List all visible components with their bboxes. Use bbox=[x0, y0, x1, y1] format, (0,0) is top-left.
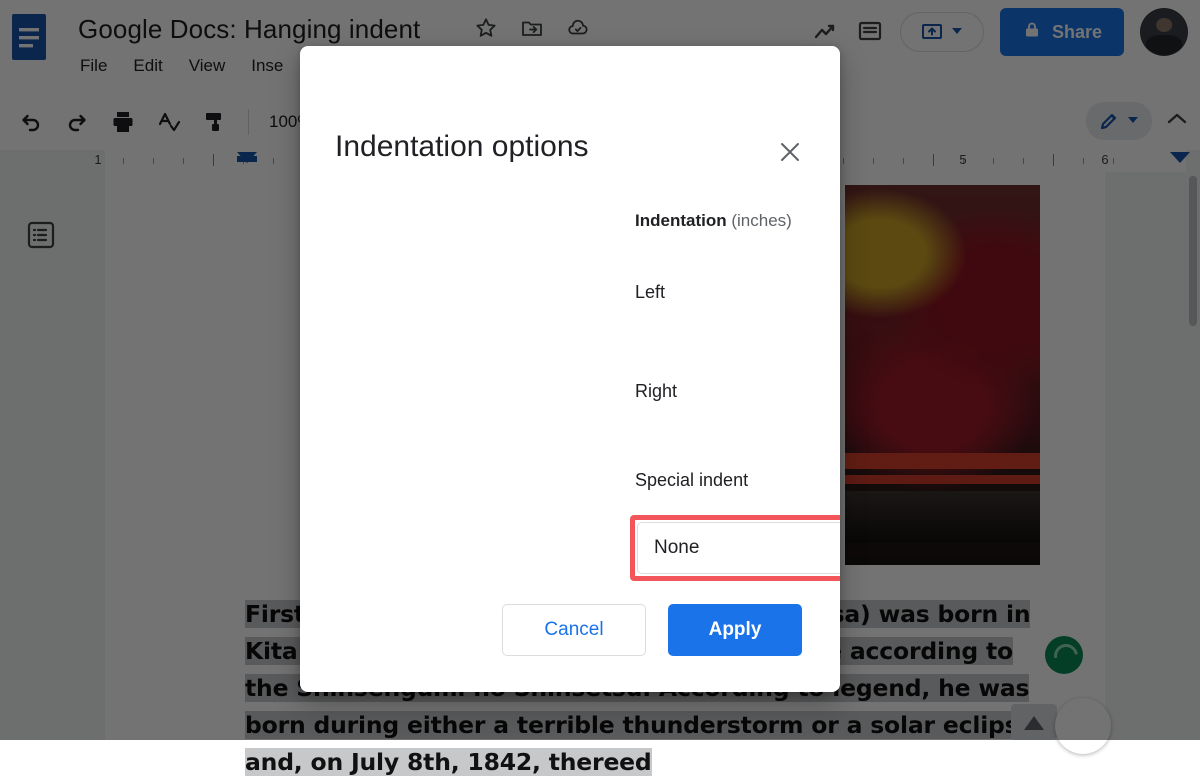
indentation-section-units: (inches) bbox=[731, 211, 791, 230]
close-icon[interactable] bbox=[776, 138, 804, 166]
left-indent-label: Left bbox=[635, 282, 665, 302]
dialog-title: Indentation options bbox=[335, 130, 589, 164]
indentation-section-bold: Indentation bbox=[635, 211, 727, 230]
right-indent-label: Right bbox=[635, 381, 677, 401]
special-indent-row: Special indent bbox=[635, 470, 840, 491]
special-indent-label: Special indent bbox=[635, 470, 748, 490]
paragraph-line-4-post: eed bbox=[603, 748, 651, 776]
special-indent-select[interactable]: None bbox=[637, 522, 840, 574]
indentation-options-dialog: Indentation options Indentation (inches)… bbox=[300, 46, 840, 692]
right-indent-row: Right bbox=[635, 381, 840, 402]
dialog-actions: Cancel Apply bbox=[502, 604, 802, 656]
cancel-button[interactable]: Cancel bbox=[502, 604, 646, 656]
indentation-section-label: Indentation (inches) bbox=[635, 211, 792, 231]
left-indent-row: Left bbox=[635, 282, 840, 303]
special-indent-value: None bbox=[654, 537, 699, 559]
apply-button[interactable]: Apply bbox=[668, 604, 802, 656]
special-indent-highlight: None bbox=[630, 515, 840, 581]
